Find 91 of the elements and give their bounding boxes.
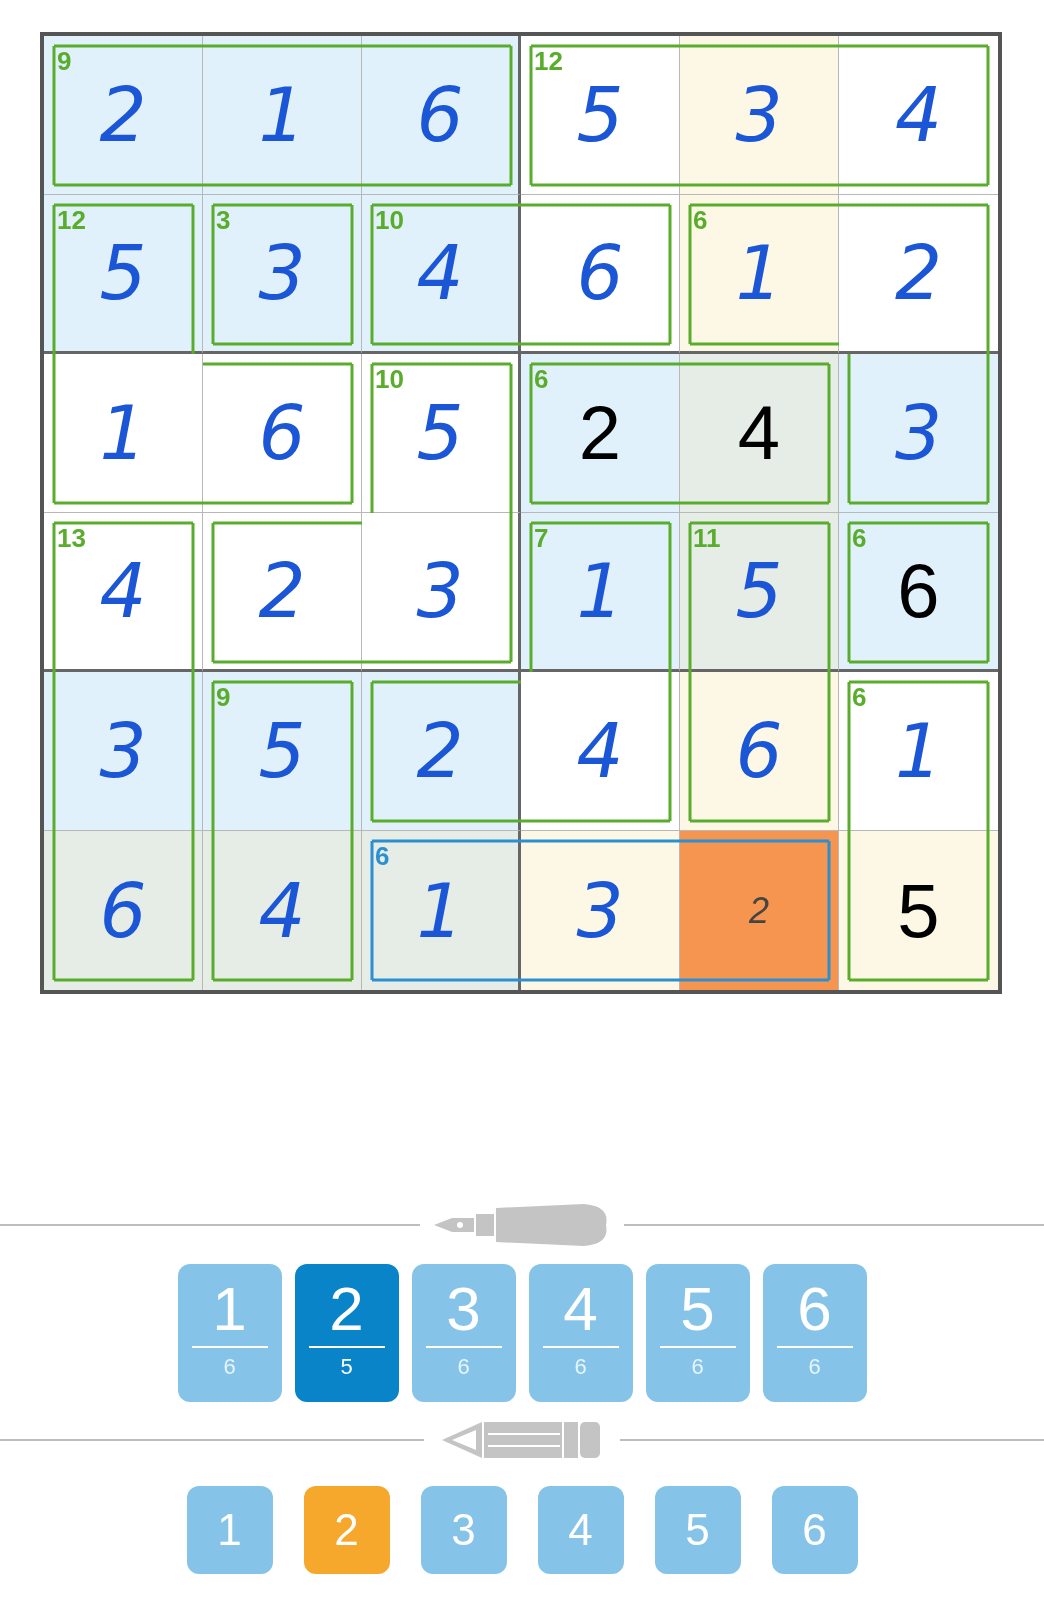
grid-cell[interactable]: 6 6 [839,513,998,672]
grid-cell[interactable]: 6 [521,195,680,354]
cage-sum: 10 [375,366,404,392]
cage-sum: 12 [57,207,86,233]
grid-cell[interactable]: 4 [521,672,680,831]
remaining-count: 6 [691,1356,704,1378]
entered-digit: 5 [735,554,783,628]
grid-cell[interactable]: 3 [521,831,680,990]
grid-cell[interactable]: 12 5 [44,195,203,354]
entered-digit: 4 [258,873,306,948]
grid-cell[interactable]: 10 4 [362,195,521,354]
remaining-count: 6 [457,1356,470,1378]
grid-cell[interactable]: 12 5 [521,36,680,195]
grid-cell[interactable]: 6 2 [521,354,680,513]
grid-cell[interactable]: 9 2 [44,36,203,195]
cage-sum: 9 [216,684,231,710]
entered-digit: 6 [735,714,783,788]
grid-cell[interactable]: 9 5 [203,672,362,831]
entered-digit: 1 [258,78,306,152]
entered-digit: 3 [735,78,783,152]
given-digit: 2 [578,395,622,471]
cage-sum: 12 [534,48,563,74]
given-digit: 6 [897,553,940,629]
grid-cell[interactable]: 7 1 [521,513,680,672]
entered-digit: 2 [258,554,306,628]
grid-cell[interactable]: 2 [362,672,521,831]
grid-cell[interactable]: 6 1 [680,195,839,354]
entered-digit: 5 [576,78,624,152]
cage-sum: 6 [693,207,708,233]
remaining-count: 6 [574,1356,587,1378]
grid-cell[interactable]: 3 [44,672,203,831]
grid-cell[interactable]: 2 [680,831,839,990]
grid-cell[interactable]: 10 5 [362,354,521,513]
entered-digit: 3 [894,396,943,470]
entered-digit: 6 [258,396,306,470]
entered-digit: 1 [576,554,624,628]
cage-sum: 10 [375,207,404,233]
entered-digit: 6 [416,78,464,152]
entered-digit: 3 [258,236,306,310]
remaining-count: 6 [808,1356,821,1378]
cage-sum: 3 [216,207,231,233]
grid-cell[interactable]: 11 5 [680,513,839,672]
cage-sum: 9 [57,48,72,74]
entered-digit: 3 [416,554,464,628]
entered-digit: 5 [99,236,147,310]
entered-digit: 1 [735,236,783,310]
cage-sum: 11 [693,525,721,551]
entered-digit: 3 [99,714,147,788]
entered-digit: 4 [576,714,624,788]
given-digit: 5 [897,872,940,949]
grid-cell[interactable]: 3 3 [203,195,362,354]
entered-digit: 6 [576,236,624,310]
cage-sum: 7 [534,525,549,551]
grid-cell[interactable]: 4 [680,354,839,513]
entered-digit: 2 [894,236,943,310]
grid-cell[interactable]: 1 [203,36,362,195]
cage-sum: 6 [534,366,549,392]
entered-digit: 3 [576,873,624,948]
cage-sum: 6 [852,525,867,551]
entered-digit: 5 [416,396,464,470]
pencil-note: 2 [749,892,769,929]
entered-digit: 1 [894,714,943,788]
grid-cell[interactable]: 3 [680,36,839,195]
grid-cell[interactable]: 1 [44,354,203,513]
entered-digit: 5 [258,714,306,788]
grid-cell[interactable]: 6 1 [362,831,521,990]
grid-cell[interactable]: 4 [203,831,362,990]
cage-sum: 6 [852,684,867,710]
entered-digit: 1 [416,873,464,948]
entered-digit: 1 [99,396,147,470]
grid-cell[interactable]: 13 4 [44,513,203,672]
entered-digit: 2 [99,78,147,152]
grid-cell[interactable]: 2 [203,513,362,672]
remaining-count: 6 [223,1356,236,1378]
grid-cell[interactable]: 3 [362,513,521,672]
grid-cell[interactable]: 6 [680,672,839,831]
remaining-count: 5 [340,1356,353,1378]
entered-digit: 2 [416,714,464,788]
entered-digit: 4 [416,236,464,310]
grid-cell[interactable]: 6 [44,831,203,990]
grid-cell[interactable]: 6 [362,36,521,195]
cage-sum: 13 [57,525,86,551]
entered-digit: 4 [99,554,147,628]
cage-sum: 6 [375,843,390,869]
grid-cell[interactable]: 3 [839,354,998,513]
number-key[interactable]: 2 5 [294,1264,399,1402]
grid-cell[interactable]: 5 [839,831,998,990]
entered-digit: 6 [99,873,147,948]
given-digit: 4 [737,395,781,471]
entered-digit: 4 [894,78,943,152]
grid-cell[interactable]: 6 [203,354,362,513]
